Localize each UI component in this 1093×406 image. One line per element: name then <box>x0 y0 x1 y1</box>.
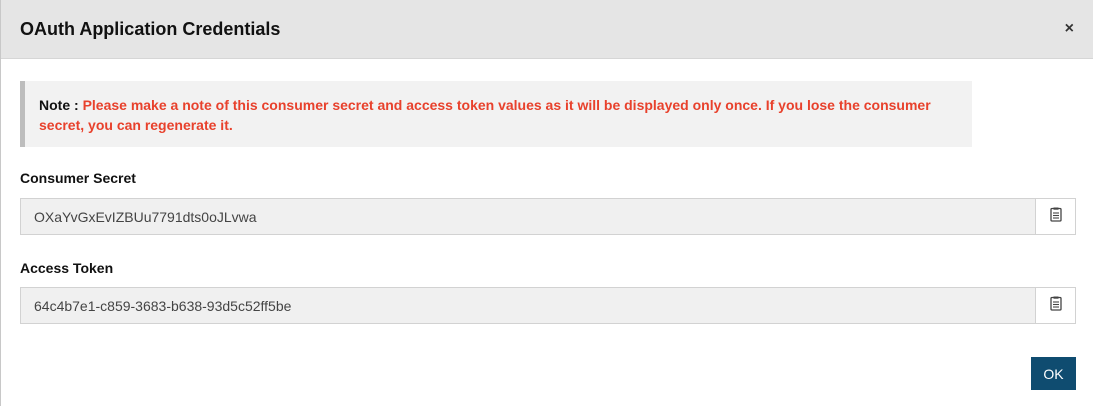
ok-button[interactable]: OK <box>1031 357 1076 390</box>
dialog-header: OAuth Application Credentials × <box>1 0 1093 59</box>
consumer-secret-label: Consumer Secret <box>20 170 136 186</box>
note-label: Note : <box>39 97 83 113</box>
copy-access-token-button[interactable] <box>1036 287 1076 324</box>
access-token-input[interactable] <box>20 287 1036 324</box>
dialog-title: OAuth Application Credentials <box>20 18 281 39</box>
clipboard-icon <box>1049 207 1062 227</box>
note-text: Please make a note of this consumer secr… <box>39 97 931 133</box>
consumer-secret-row <box>20 198 1076 235</box>
copy-consumer-secret-button[interactable] <box>1036 198 1076 235</box>
consumer-secret-input[interactable] <box>20 198 1036 235</box>
oauth-credentials-dialog: OAuth Application Credentials × Note : P… <box>0 0 1093 406</box>
access-token-row <box>20 287 1076 324</box>
note-box: Note : Please make a note of this consum… <box>20 81 972 147</box>
close-button[interactable]: × <box>1065 21 1074 37</box>
clipboard-icon <box>1049 296 1062 316</box>
access-token-label: Access Token <box>20 260 114 276</box>
